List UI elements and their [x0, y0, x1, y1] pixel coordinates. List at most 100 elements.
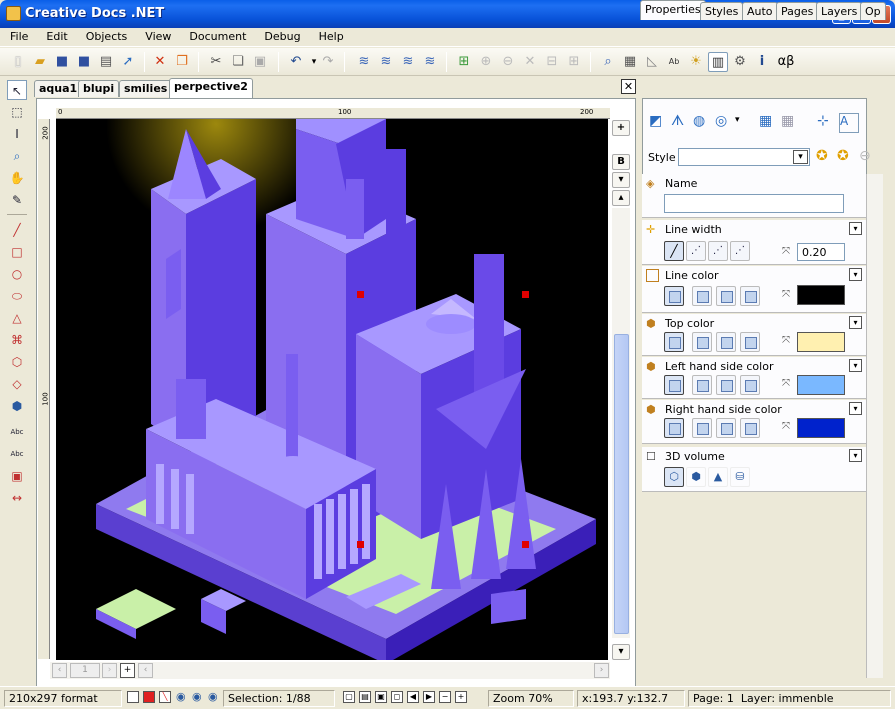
freehand-tool-icon[interactable]: ◇ [7, 374, 27, 394]
redo-icon[interactable]: ↷ [318, 52, 338, 72]
flat-fill-icon[interactable] [664, 286, 684, 306]
left-color-swatch[interactable] [797, 375, 845, 395]
delete-icon[interactable]: ✕ [150, 52, 170, 72]
tab-layers[interactable]: Layers [816, 2, 863, 20]
expand-line-color-icon[interactable]: ▾ [849, 268, 862, 281]
zoom-width-icon[interactable]: ▤ [359, 691, 371, 703]
copy-icon[interactable]: ❏ [228, 52, 248, 72]
zoom-tool-icon[interactable]: ⌕ [7, 146, 27, 166]
hand-tool-icon[interactable]: ✋ [7, 168, 27, 188]
close-document-button[interactable]: ✕ [621, 79, 636, 94]
drawing-canvas[interactable] [56, 119, 608, 660]
merge-icon[interactable]: ≋ [398, 52, 418, 72]
marquee-tool-icon[interactable]: ⬚ [7, 102, 27, 122]
menu-debug[interactable]: Debug [254, 28, 308, 43]
group-icon[interactable]: ≋ [354, 52, 374, 72]
linear-gradient-icon[interactable] [692, 286, 712, 306]
flat-fill-icon[interactable] [664, 375, 684, 395]
polygon-tool-icon[interactable]: △ [7, 308, 27, 328]
export-icon[interactable]: ➚ [118, 52, 138, 72]
info-icon[interactable]: i [752, 52, 772, 72]
flat-fill-icon[interactable] [664, 418, 684, 438]
picker-tool-icon[interactable]: ✎ [7, 190, 27, 210]
scroll-left-icon-2[interactable]: ‹ [138, 663, 153, 678]
radial-gradient-icon[interactable] [716, 375, 736, 395]
checkbox-icon[interactable]: ☐ [646, 450, 659, 463]
swap-colors-icon[interactable]: ⤧ [782, 378, 790, 389]
swap-colors-icon[interactable]: ⤧ [782, 421, 790, 432]
swap-colors-icon[interactable]: ⤧ [782, 335, 790, 346]
tab-perpective2[interactable]: perpective2 [169, 78, 253, 98]
add-style-icon[interactable]: ✪ [816, 148, 828, 164]
add-layer-icon[interactable]: ⊕ [476, 52, 496, 72]
grid-view-alt-icon[interactable]: ▦ [781, 113, 801, 133]
grid-icon[interactable]: ▦ [620, 52, 640, 72]
zoom-100-icon[interactable]: ◻ [391, 691, 403, 703]
align-icon[interactable]: ⊹ [817, 113, 837, 133]
ungroup-icon[interactable]: ≋ [376, 52, 396, 72]
scroll-left-icon[interactable]: ‹ [52, 663, 67, 678]
cut-icon[interactable]: ✂ [206, 52, 226, 72]
right-color-swatch[interactable] [797, 418, 845, 438]
name-input[interactable] [664, 194, 844, 213]
cylinder-volume-icon[interactable]: ⛁ [730, 467, 750, 487]
zoom-selection-icon[interactable]: ▣ [375, 691, 387, 703]
extract-icon[interactable]: ≋ [420, 52, 440, 72]
split-icon[interactable]: ⊟ [542, 52, 562, 72]
diamond-gradient-icon[interactable] [740, 375, 760, 395]
document-icon[interactable]: ▥ [708, 52, 728, 72]
duplicate-icon[interactable]: ❐ [172, 52, 192, 72]
cube-volume-icon[interactable]: ⬢ [686, 467, 706, 487]
print-icon[interactable]: ▤ [96, 52, 116, 72]
text-box-tool-icon[interactable]: Abc [7, 444, 27, 464]
expand-top-color-icon[interactable]: ▾ [849, 316, 862, 329]
top-color-swatch[interactable] [797, 332, 845, 352]
scroll-right-icon[interactable]: › [102, 663, 117, 678]
save-as-icon[interactable]: ■ [74, 52, 94, 72]
volume-tool-icon[interactable]: ⬢ [7, 396, 27, 416]
style-options-icon[interactable]: ✪ [837, 148, 849, 164]
diamond-gradient-icon[interactable] [740, 332, 760, 352]
text-cursor-tool-icon[interactable]: I [7, 124, 27, 144]
rectangle-tool-icon[interactable]: □ [7, 242, 27, 262]
save-icon[interactable]: ■ [52, 52, 72, 72]
menu-help[interactable]: Help [309, 28, 352, 43]
text-line-tool-icon[interactable]: Abc [7, 422, 27, 442]
preview-icon[interactable]: ⌕ [598, 52, 618, 72]
no-fill-icon[interactable]: ╲ [159, 691, 171, 703]
glasses-icon[interactable]: ◉ [192, 690, 202, 703]
page-indicator[interactable]: 1 [70, 663, 100, 678]
view-icon[interactable]: ◉ [208, 690, 218, 703]
linear-gradient-icon[interactable] [692, 332, 712, 352]
tab-styles[interactable]: Styles [700, 2, 744, 20]
undo-icon[interactable]: ↶ [286, 52, 306, 72]
zoom-out-icon[interactable]: − [439, 691, 451, 703]
new-style-icon[interactable]: ◩ [649, 113, 669, 133]
properties-scrollbar[interactable] [866, 174, 883, 678]
dimension-tool-icon[interactable]: ↔ [7, 488, 27, 508]
remove-icon[interactable]: ⊖ [498, 52, 518, 72]
line-width-input[interactable]: 0.20 [797, 243, 845, 261]
regular-tool-icon[interactable]: ⬡ [7, 352, 27, 372]
dotted-line-icon[interactable]: ⋰ [708, 241, 728, 261]
expand-right-color-icon[interactable]: ▾ [849, 402, 862, 415]
people-icon[interactable]: ᗑ [671, 113, 691, 133]
add-page-icon[interactable]: ⊞ [454, 52, 474, 72]
box-volume-icon[interactable]: ⬡ [664, 467, 684, 487]
magnet-icon[interactable]: ◺ [642, 52, 662, 72]
zoom-forward-icon[interactable]: ▶ [423, 691, 435, 703]
pyramid-volume-icon[interactable]: ▲ [708, 467, 728, 487]
add-page-button[interactable]: + [120, 663, 135, 678]
settings-icon[interactable]: ⚙ [730, 52, 750, 72]
zoom-back-icon[interactable]: ◀ [407, 691, 419, 703]
dashed-line-icon[interactable]: ⋰ [686, 241, 706, 261]
tab-smilies[interactable]: smilies [119, 80, 173, 97]
flat-fill-icon[interactable] [664, 332, 684, 352]
tab-aqua1[interactable]: aqua1 [34, 80, 83, 97]
close-icon[interactable]: ✕ [520, 52, 540, 72]
paste-icon[interactable]: ▣ [250, 52, 270, 72]
text-icon[interactable]: Ab [664, 52, 684, 72]
dash-dot-line-icon[interactable]: ⋰ [730, 241, 750, 261]
merge-page-icon[interactable]: ⊞ [564, 52, 584, 72]
linear-gradient-icon[interactable] [692, 418, 712, 438]
